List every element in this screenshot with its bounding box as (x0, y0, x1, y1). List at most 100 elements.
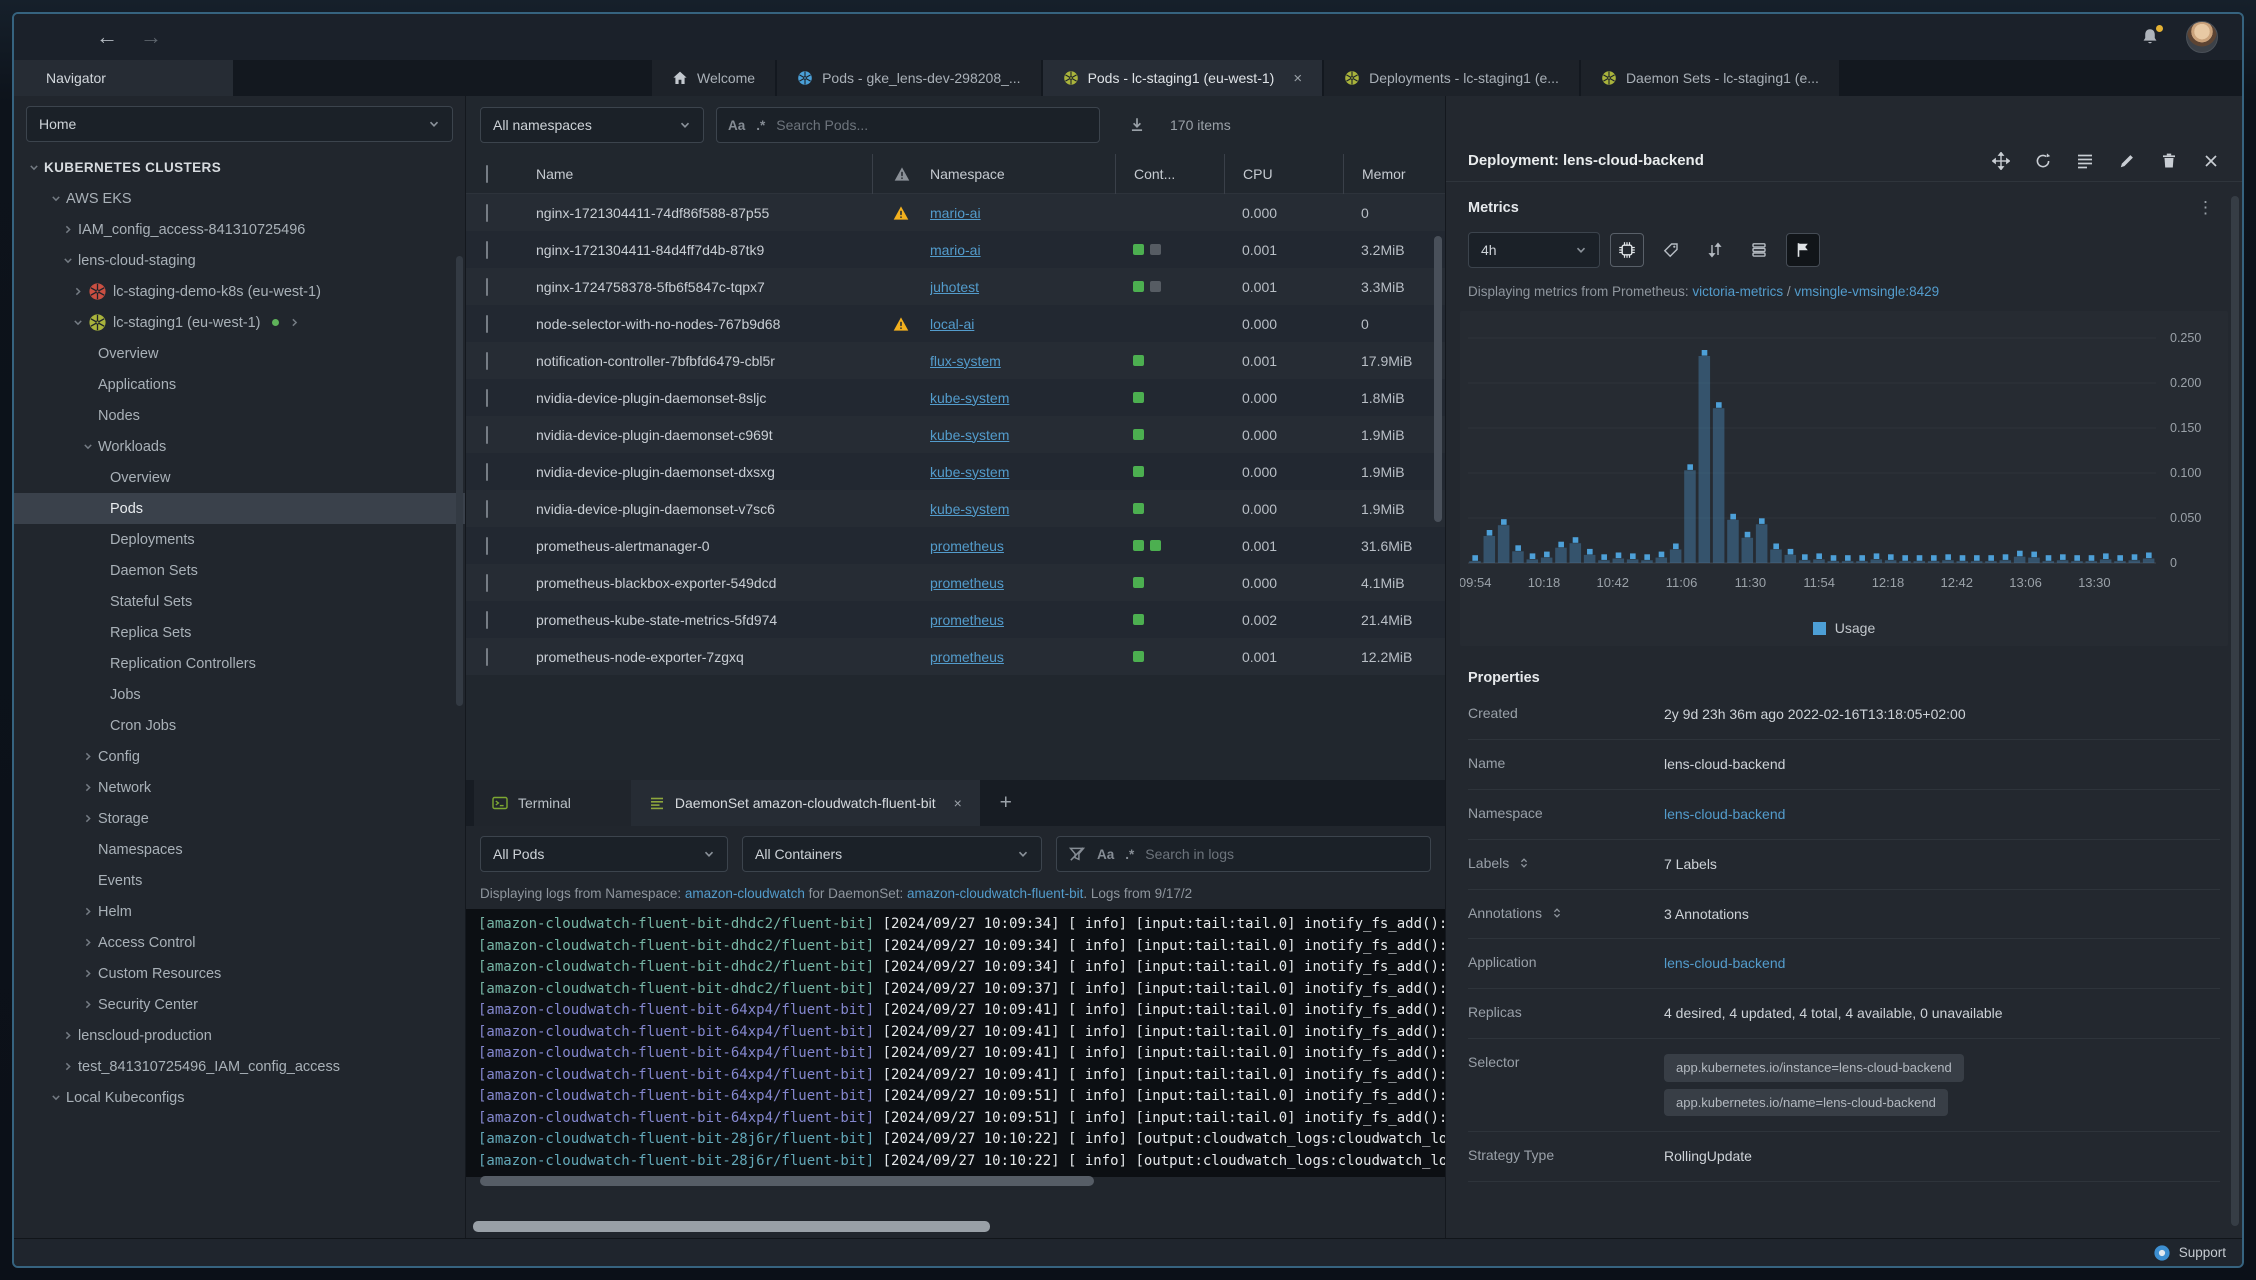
table-row[interactable]: nvidia-device-plugin-daemonset-dxsxg kube… (466, 453, 1445, 490)
sidebar-item-security-center[interactable]: Security Center (14, 989, 465, 1020)
close-icon[interactable] (2202, 152, 2220, 170)
sort-updown-icon[interactable] (1518, 857, 1530, 869)
download-icon[interactable] (1128, 116, 1146, 134)
namespace-link[interactable]: kube-system (930, 390, 1009, 406)
log-pod-filter-select[interactable]: All Pods (480, 836, 728, 872)
sidebar-item-stateful-sets[interactable]: Stateful Sets (14, 586, 465, 617)
namespace-link[interactable]: kube-system (930, 427, 1009, 443)
match-case-icon[interactable]: Aa (728, 118, 745, 133)
regex-icon[interactable]: .* (1125, 847, 1134, 862)
trash-icon[interactable] (2160, 152, 2178, 170)
pods-search-input[interactable] (776, 117, 1088, 133)
namespace-link[interactable]: mario-ai (930, 205, 981, 221)
namespace-link[interactable]: kube-system (930, 464, 1009, 480)
sidebar-item-replication-controllers[interactable]: Replication Controllers (14, 648, 465, 679)
table-row[interactable]: prometheus-alertmanager-0 prometheus 0.001… (466, 527, 1445, 564)
row-checkbox[interactable] (486, 240, 488, 259)
table-row[interactable]: nvidia-device-plugin-daemonset-8sljc kube… (466, 379, 1445, 416)
menu-icon[interactable] (2076, 152, 2094, 170)
metrics-source-link[interactable]: victoria-metrics (1692, 284, 1783, 299)
property-value[interactable]: lens-cloud-backend (1664, 805, 2220, 824)
log-namespace-link[interactable]: amazon-cloudwatch (685, 886, 805, 901)
table-row[interactable]: node-selector-with-no-nodes-767b9d68 loca… (466, 305, 1445, 342)
new-dock-tab-button[interactable]: + (980, 780, 1032, 826)
row-checkbox[interactable] (486, 277, 488, 296)
row-checkbox[interactable] (486, 462, 488, 481)
logs-search-input[interactable] (1145, 846, 1419, 862)
sidebar-item-daemon-sets[interactable]: Daemon Sets (14, 555, 465, 586)
row-checkbox[interactable] (486, 536, 488, 555)
support-button[interactable]: Support (2153, 1244, 2226, 1262)
close-dock-tab-icon[interactable]: × (954, 795, 962, 811)
catalog-select[interactable]: Home (26, 106, 453, 142)
sidebar-item-lenscloud-production[interactable]: lenscloud-production (14, 1020, 465, 1051)
table-row[interactable]: prometheus-node-exporter-7zgxq prometheus… (466, 638, 1445, 675)
refresh-icon[interactable] (2034, 152, 2052, 170)
namespace-link[interactable]: prometheus (930, 649, 1004, 665)
table-row[interactable]: notification-controller-7bfbfd6479-cbl5r… (466, 342, 1445, 379)
table-row[interactable]: nvidia-device-plugin-daemonset-v7sc6 kube… (466, 490, 1445, 527)
column-header-cpu[interactable]: CPU (1224, 153, 1343, 194)
sidebar-item-storage[interactable]: Storage (14, 803, 465, 834)
sidebar-item-network[interactable]: Network (14, 772, 465, 803)
rows-metric-button[interactable] (1742, 233, 1776, 267)
sidebar-item-overview[interactable]: Overview (14, 462, 465, 493)
row-checkbox[interactable] (486, 425, 488, 444)
tab-pods-lc-staging1-eu-west-1[interactable]: Pods - lc-staging1 (eu-west-1) × (1042, 60, 1323, 96)
tab-welcome[interactable]: Welcome (652, 60, 776, 96)
table-row[interactable]: prometheus-blackbox-exporter-549dcd prome… (466, 564, 1445, 601)
table-row[interactable]: nginx-1724758378-5fb6f5847c-tqpx7 juhotes… (466, 268, 1445, 305)
namespace-link[interactable]: mario-ai (930, 242, 981, 258)
edit-icon[interactable] (2118, 152, 2136, 170)
tab-daemon-sets-lc-staging1-e[interactable]: Daemon Sets - lc-staging1 (e... (1580, 60, 1839, 96)
namespace-link[interactable]: juhotest (930, 279, 979, 295)
tag-metric-button[interactable] (1654, 233, 1688, 267)
sidebar-item-local-kubeconfigs[interactable]: Local Kubeconfigs (14, 1082, 465, 1113)
sidebar-item-config[interactable]: Config (14, 741, 465, 772)
row-checkbox[interactable] (486, 203, 488, 222)
regex-icon[interactable]: .* (756, 118, 765, 133)
sidebar-item-applications[interactable]: Applications (14, 369, 465, 400)
sort-metric-button[interactable] (1698, 233, 1732, 267)
metrics-range-select[interactable]: 4h (1468, 232, 1600, 268)
match-case-icon[interactable]: Aa (1097, 847, 1114, 862)
sidebar-item-events[interactable]: Events (14, 865, 465, 896)
row-checkbox[interactable] (486, 388, 488, 407)
row-checkbox[interactable] (486, 573, 488, 592)
user-avatar[interactable] (2186, 21, 2218, 53)
table-row[interactable]: nginx-1721304411-84d4ff7d4b-87tk9 mario-a… (466, 231, 1445, 268)
table-row[interactable]: prometheus-kube-state-metrics-5fd974 prom… (466, 601, 1445, 638)
back-button[interactable]: ← (96, 26, 118, 48)
sidebar-item-overview[interactable]: Overview (14, 338, 465, 369)
sidebar-item-custom-resources[interactable]: Custom Resources (14, 958, 465, 989)
move-icon[interactable] (1992, 151, 2010, 170)
sidebar-item-pods[interactable]: Pods (14, 493, 465, 524)
sidebar-item-deployments[interactable]: Deployments (14, 524, 465, 555)
row-checkbox[interactable] (486, 499, 488, 518)
column-header-containers[interactable]: Cont... (1115, 153, 1224, 194)
row-checkbox[interactable] (486, 351, 488, 370)
table-row[interactable]: nvidia-device-plugin-daemonset-c969t kube… (466, 416, 1445, 453)
close-tab-icon[interactable]: × (1293, 70, 1302, 87)
log-container-filter-select[interactable]: All Containers (742, 836, 1042, 872)
select-all-checkbox[interactable] (486, 164, 488, 183)
sidebar-item-nodes[interactable]: Nodes (14, 400, 465, 431)
sidebar-item-helm[interactable]: Helm (14, 896, 465, 927)
column-header-namespace[interactable]: Namespace (930, 166, 1115, 182)
column-header-warning[interactable] (872, 153, 930, 194)
sidebar-scrollbar[interactable] (456, 256, 463, 706)
metrics-target-link[interactable]: vmsingle-vmsingle:8429 (1794, 284, 1939, 299)
sidebar-item-iam-config-access-841310725496[interactable]: IAM_config_access-841310725496 (14, 214, 465, 245)
tab-pods-gke-lens-dev-298208[interactable]: Pods - gke_lens-dev-298208_... (777, 60, 1041, 96)
sidebar-item-lc-staging1-eu-west-1[interactable]: lc-staging1 (eu-west-1) (14, 307, 465, 338)
log-daemonset-link[interactable]: amazon-cloudwatch-fluent-bit (907, 886, 1083, 901)
sidebar-item-test-841310725496-iam-config-access[interactable]: test_841310725496_IAM_config_access (14, 1051, 465, 1082)
column-header-name[interactable]: Name (536, 166, 872, 182)
sidebar-item-namespaces[interactable]: Namespaces (14, 834, 465, 865)
dock-tab-daemonset-amazon-cloudwatch-fluent-bit[interactable]: DaemonSet amazon-cloudwatch-fluent-bit × (630, 780, 980, 826)
namespace-link[interactable]: prometheus (930, 538, 1004, 554)
logs-scrollbar[interactable] (480, 1176, 1094, 1186)
property-value[interactable]: lens-cloud-backend (1664, 954, 2220, 973)
sidebar-item-cron-jobs[interactable]: Cron Jobs (14, 710, 465, 741)
sidebar-item-replica-sets[interactable]: Replica Sets (14, 617, 465, 648)
